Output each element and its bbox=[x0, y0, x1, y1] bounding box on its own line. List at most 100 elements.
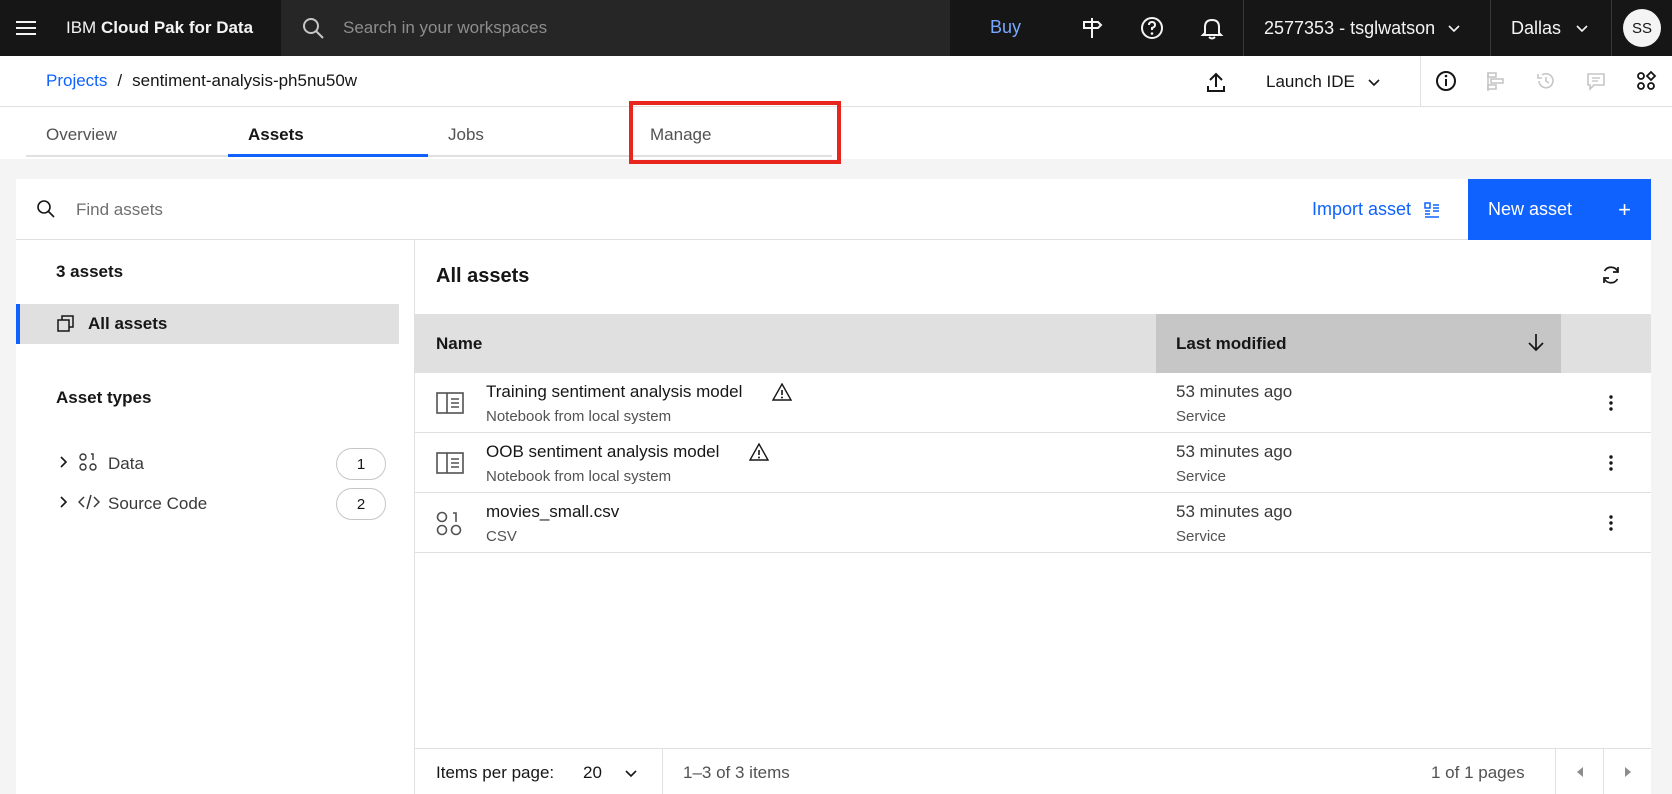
last-modified: 53 minutes ago bbox=[1176, 382, 1293, 401]
avatar: SS bbox=[1623, 9, 1661, 47]
last-modified: 53 minutes ago bbox=[1176, 502, 1293, 521]
sidebar-item-all-assets[interactable]: All assets bbox=[16, 304, 399, 344]
chevron-down-icon bbox=[625, 770, 637, 778]
breadcrumb-separator: / bbox=[117, 71, 123, 90]
data-icon bbox=[436, 511, 462, 536]
brand[interactable]: IBM Cloud Pak for Data bbox=[52, 18, 282, 38]
manage-tab-highlight bbox=[629, 101, 841, 164]
tab-assets[interactable]: Assets bbox=[228, 107, 428, 157]
arrow-down-icon bbox=[1528, 334, 1544, 352]
next-page-button[interactable] bbox=[1603, 749, 1651, 794]
table-row[interactable]: OOB sentiment analysis model Notebook fr… bbox=[415, 433, 1651, 493]
tab-jobs[interactable]: Jobs bbox=[428, 107, 630, 157]
previous-page-button[interactable] bbox=[1555, 749, 1603, 794]
new-asset-label: New asset bbox=[1488, 199, 1573, 219]
data-icon bbox=[78, 452, 108, 477]
notification-icon[interactable] bbox=[1198, 14, 1226, 42]
asset-type-label: Data bbox=[108, 454, 144, 473]
breadcrumb-projects[interactable]: Projects bbox=[46, 71, 107, 91]
tab-overview[interactable]: Overview bbox=[26, 107, 228, 157]
asset-type-source-code[interactable]: Source Code 2 bbox=[56, 487, 386, 521]
history-icon bbox=[1534, 69, 1558, 93]
asset-type: Notebook from local system bbox=[486, 408, 672, 425]
chevron-right-icon[interactable] bbox=[56, 494, 78, 514]
sidebar-item-label: All assets bbox=[88, 314, 168, 333]
page-count: 1 of 1 pages bbox=[1431, 763, 1525, 782]
import-icon bbox=[1424, 201, 1440, 218]
asset-filter-panel: 3 assets All assets Asset types Data 1 S… bbox=[16, 240, 415, 794]
items-per-page-value: 20 bbox=[583, 763, 602, 782]
notebook-icon bbox=[436, 452, 464, 474]
project-header: Projects / sentiment-analysis-ph5nu50w L… bbox=[0, 56, 1672, 107]
signpost-icon[interactable] bbox=[1078, 14, 1106, 42]
import-asset-button[interactable]: Import asset bbox=[1312, 199, 1441, 220]
chevron-down-icon bbox=[1576, 25, 1588, 33]
items-per-page-select[interactable]: 20 bbox=[583, 763, 638, 783]
global-search[interactable]: Search in your workspaces bbox=[281, 0, 950, 56]
upload-icon[interactable] bbox=[1204, 70, 1228, 99]
table-row[interactable]: movies_small.csv CSV 53 minutes ago Serv… bbox=[415, 493, 1651, 553]
items-per-page-label: Items per page: bbox=[436, 763, 555, 782]
item-range: 1–3 of 3 items bbox=[683, 763, 790, 782]
search-placeholder: Search in your workspaces bbox=[343, 18, 548, 37]
copy-icon bbox=[57, 315, 74, 332]
asset-name[interactable]: Training sentiment analysis model bbox=[486, 382, 742, 402]
asset-toolbar: Find assets Import asset New asset + bbox=[16, 179, 1651, 240]
asset-name[interactable]: OOB sentiment analysis model bbox=[486, 442, 719, 462]
account-switcher[interactable]: 2577353 - tsglwatson bbox=[1243, 0, 1481, 56]
buy-link[interactable]: Buy bbox=[990, 17, 1021, 38]
new-asset-button[interactable]: New asset + bbox=[1468, 179, 1651, 240]
chevron-down-icon bbox=[1448, 25, 1460, 33]
refresh-icon[interactable] bbox=[1600, 264, 1622, 291]
side-panel-toolbar bbox=[1420, 56, 1421, 107]
menu-icon[interactable] bbox=[0, 0, 52, 56]
asset-type-data[interactable]: Data 1 bbox=[56, 447, 386, 481]
page-title: All assets bbox=[436, 265, 530, 287]
apps-icon[interactable] bbox=[1634, 69, 1658, 93]
region-label: Dallas bbox=[1511, 17, 1562, 38]
asset-type: CSV bbox=[486, 528, 517, 545]
search-icon bbox=[37, 200, 55, 218]
plus-icon: + bbox=[1618, 196, 1631, 222]
column-header-label: Last modified bbox=[1176, 334, 1287, 353]
asset-type: Notebook from local system bbox=[486, 468, 672, 485]
help-icon[interactable] bbox=[1138, 14, 1166, 42]
asset-name[interactable]: movies_small.csv bbox=[486, 502, 619, 522]
chevron-right-icon[interactable] bbox=[56, 454, 78, 474]
flow-icon bbox=[1484, 69, 1508, 93]
asset-count: 3 assets bbox=[56, 262, 124, 281]
table-header: Name Last modified bbox=[415, 314, 1651, 373]
count-badge: 1 bbox=[336, 448, 386, 480]
overflow-menu-icon[interactable] bbox=[1601, 393, 1621, 413]
breadcrumb: Projects / sentiment-analysis-ph5nu50w bbox=[46, 71, 357, 91]
asset-types-heading: Asset types bbox=[56, 388, 152, 407]
brand-prefix: IBM bbox=[66, 18, 97, 37]
top-header: IBM Cloud Pak for Data Search in your wo… bbox=[0, 0, 1672, 56]
find-assets-input[interactable]: Find assets bbox=[76, 200, 163, 220]
region-switcher[interactable]: Dallas bbox=[1490, 0, 1609, 56]
overflow-menu-icon[interactable] bbox=[1601, 513, 1621, 533]
modified-by: Service bbox=[1176, 528, 1227, 545]
search-icon bbox=[303, 18, 324, 39]
asset-type-label: Source Code bbox=[108, 494, 208, 513]
column-header-last-modified[interactable]: Last modified bbox=[1156, 314, 1561, 373]
launch-ide-button[interactable]: Launch IDE bbox=[1266, 72, 1381, 92]
launch-ide-label: Launch IDE bbox=[1266, 72, 1355, 91]
column-header-name[interactable]: Name bbox=[436, 334, 482, 354]
caret-left-icon bbox=[1576, 767, 1583, 777]
code-icon bbox=[77, 492, 108, 517]
chevron-down-icon bbox=[1368, 79, 1380, 87]
last-modified: 53 minutes ago bbox=[1176, 442, 1293, 461]
overflow-menu-icon[interactable] bbox=[1601, 453, 1621, 473]
account-label: 2577353 - tsglwatson bbox=[1264, 17, 1436, 38]
info-icon[interactable] bbox=[1434, 69, 1458, 93]
comment-icon bbox=[1584, 69, 1608, 93]
asset-list-panel: All assets Name Last modified Training s… bbox=[415, 240, 1651, 794]
table-row[interactable]: Training sentiment analysis model Notebo… bbox=[415, 373, 1651, 433]
breadcrumb-current: sentiment-analysis-ph5nu50w bbox=[132, 71, 358, 90]
brand-name: Cloud Pak for Data bbox=[100, 18, 254, 37]
user-menu[interactable]: SS bbox=[1611, 0, 1672, 56]
warning-icon bbox=[749, 443, 770, 461]
count-badge: 2 bbox=[336, 488, 386, 520]
import-asset-label: Import asset bbox=[1312, 199, 1412, 219]
